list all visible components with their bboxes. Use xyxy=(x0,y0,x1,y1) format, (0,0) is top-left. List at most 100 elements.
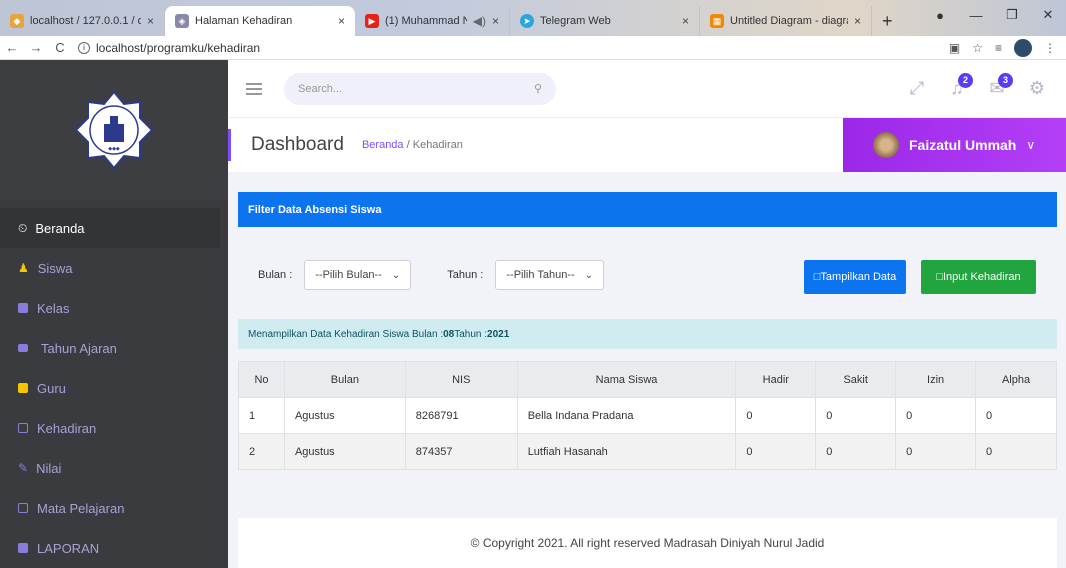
bulan-label: Bulan : xyxy=(258,269,293,281)
tab-phpmyadmin[interactable]: ◆ localhost / 127.0.0.1 / dbprog × xyxy=(0,6,165,36)
close-icon[interactable]: × xyxy=(147,14,154,28)
cell-nama: Lutfiah Hasanah xyxy=(516,433,737,470)
info-alert: Menampilkan Data Kehadiran Siswa Bulan :… xyxy=(238,319,1057,349)
attendance-table: No Bulan NIS Nama Siswa Hadir Sakit Izin… xyxy=(238,361,1057,470)
cell-bulan: Agustus xyxy=(283,433,406,470)
back-icon[interactable]: ← xyxy=(0,40,24,55)
sidebar-item-mata-pelajaran[interactable]: Mata Pelajaran xyxy=(0,488,228,528)
chevron-down-icon: ∨ xyxy=(1026,138,1036,152)
cell-izin: 0 xyxy=(895,397,977,434)
tab-youtube[interactable]: ▶ (1) Muhammad Nabina, ◀) × xyxy=(355,6,510,36)
close-icon[interactable]: × xyxy=(854,14,861,28)
sidebar-item-tahun-ajaran[interactable]: Tahun Ajaran xyxy=(0,328,228,368)
accent-bar xyxy=(228,129,231,161)
sidebar-item-siswa[interactable]: ♟ Siswa xyxy=(0,248,228,288)
cell-bulan: Agustus xyxy=(283,397,406,434)
url-field[interactable]: i localhost/programku/kehadiran xyxy=(78,38,949,58)
table-row: 2 Agustus 874357 Lutfiah Hasanah 0 0 0 0 xyxy=(238,433,1057,470)
tahun-select[interactable]: --Pilih Tahun-- ⌄ xyxy=(495,260,605,290)
col-no: No xyxy=(238,361,285,398)
sidebar-item-kehadiran[interactable]: Kehadiran xyxy=(0,408,228,448)
sidebar-item-guru[interactable]: Guru xyxy=(0,368,228,408)
window-controls: ● — ❐ ✕ xyxy=(922,0,1066,30)
search-input[interactable]: Search... ⚲ xyxy=(284,72,556,105)
close-icon[interactable]: × xyxy=(338,14,345,28)
profile-avatar[interactable] xyxy=(1014,38,1032,57)
topbar: Search... ⚲ ⤢ ♫ 2 ✉ 3 ⚙ xyxy=(228,60,1066,118)
col-bulan: Bulan xyxy=(283,361,406,398)
reload-icon[interactable]: C xyxy=(48,40,72,55)
table-header-row: No Bulan NIS Nama Siswa Hadir Sakit Izin… xyxy=(238,361,1057,398)
drawio-icon: ▦ xyxy=(710,14,724,28)
restore-icon[interactable]: ❐ xyxy=(994,7,1030,23)
main-content: Search... ⚲ ⤢ ♫ 2 ✉ 3 ⚙ Dashboard Beranda … xyxy=(228,60,1066,568)
cell-nis: 874357 xyxy=(404,433,518,470)
address-bar: ← → C i localhost/programku/kehadiran ▣ … xyxy=(0,36,1066,60)
avatar xyxy=(873,132,899,158)
minimize-icon[interactable]: — xyxy=(958,8,994,23)
star-icon[interactable]: ☆ xyxy=(972,41,983,55)
breadcrumb-home[interactable]: Beranda xyxy=(362,139,404,151)
svg-text:◆◆◆: ◆◆◆ xyxy=(108,146,120,152)
fullscreen-icon[interactable]: ⤢ xyxy=(906,78,928,100)
tab-telegram[interactable]: ➤ Telegram Web × xyxy=(510,6,700,36)
breadcrumb-current: Kehadiran xyxy=(412,139,463,151)
cell-sakit: 0 xyxy=(815,397,897,434)
madrasah-logo: ◆◆◆ xyxy=(74,90,154,170)
copyright-text: © Copyright 2021. All right reserved Mad… xyxy=(470,536,825,550)
col-nis: NIS xyxy=(404,361,518,398)
close-window-icon[interactable]: ✕ xyxy=(1030,7,1066,23)
record-icon[interactable]: ● xyxy=(922,8,958,23)
col-alpha: Alpha xyxy=(975,361,1057,398)
menu-icon[interactable]: ⋮ xyxy=(1044,41,1056,55)
bell-icon[interactable]: ♫ 2 xyxy=(946,72,973,100)
tahun-label: Tahun : xyxy=(447,269,484,281)
browser-actions: ▣ ☆ ≡ ⋮ xyxy=(949,38,1066,57)
mute-icon[interactable]: ◀) xyxy=(473,14,486,28)
sidebar-item-kelas[interactable]: Kelas xyxy=(0,288,228,328)
cell-hadir: 0 xyxy=(735,433,817,470)
file-icon xyxy=(18,543,28,553)
copy-icon xyxy=(18,503,28,513)
col-hadir: Hadir xyxy=(735,361,817,398)
chevron-down-icon: ⌄ xyxy=(584,269,594,281)
info-icon[interactable]: i xyxy=(78,41,90,54)
translate-icon[interactable]: ▣ xyxy=(949,41,960,55)
hamburger-icon[interactable] xyxy=(246,80,262,98)
tampilkan-data-button[interactable]: □Tampilkan Data xyxy=(804,260,906,294)
sidebar-item-laporan[interactable]: LAPORAN xyxy=(0,528,228,568)
gear-icon[interactable]: ⚙ xyxy=(1026,78,1048,100)
user-menu[interactable]: Faizatul Ummah ∨ xyxy=(843,118,1066,172)
logo-area: ◆◆◆ xyxy=(0,60,228,200)
youtube-icon: ▶ xyxy=(365,14,379,28)
close-icon[interactable]: × xyxy=(682,14,689,28)
pen-icon: ✎ xyxy=(18,461,29,475)
user-name: Faizatul Ummah xyxy=(909,137,1017,153)
table-row: 1 Agustus 8268791 Bella Indana Pradana 0… xyxy=(238,397,1057,434)
table-icon xyxy=(18,423,28,433)
search-icon[interactable]: ⚲ xyxy=(534,82,542,95)
breadcrumb: Beranda / Kehadiran xyxy=(361,139,463,151)
sidebar-item-nilai[interactable]: ✎ Nilai xyxy=(0,448,228,488)
cell-no: 1 xyxy=(238,397,285,434)
new-tab-button[interactable]: + xyxy=(872,6,903,36)
mail-icon[interactable]: ✉ 3 xyxy=(986,72,1013,100)
tab-halaman-kehadiran[interactable]: ◈ Halaman Kehadiran × xyxy=(165,6,355,36)
close-icon[interactable]: × xyxy=(492,14,499,28)
input-kehadiran-button[interactable]: □Input Kehadiran xyxy=(921,260,1036,294)
browser-tab-bar: ◆ localhost / 127.0.0.1 / dbprog × ◈ Hal… xyxy=(0,0,1066,36)
bulan-select[interactable]: --Pilih Bulan-- ⌄ xyxy=(304,260,412,290)
reading-list-icon[interactable]: ≡ xyxy=(995,41,1002,55)
col-nama-siswa: Nama Siswa xyxy=(516,361,737,398)
sidebar-item-beranda[interactable]: ⏲ Beranda xyxy=(0,208,220,248)
col-sakit: Sakit xyxy=(815,361,897,398)
grid-icon xyxy=(18,383,28,393)
chevron-down-icon: ⌄ xyxy=(391,269,401,281)
forward-icon[interactable]: → xyxy=(24,40,48,55)
cell-alpha: 0 xyxy=(975,397,1057,434)
telegram-icon: ➤ xyxy=(520,14,534,28)
cell-nama: Bella Indana Pradana xyxy=(516,397,737,434)
sidebar: ◆◆◆ ⏲ Beranda ♟ Siswa Kelas Tahun Ajaran… xyxy=(0,60,228,568)
tab-diagrams[interactable]: ▦ Untitled Diagram - diagrams. × xyxy=(700,6,872,36)
cell-nis: 8268791 xyxy=(404,397,518,434)
